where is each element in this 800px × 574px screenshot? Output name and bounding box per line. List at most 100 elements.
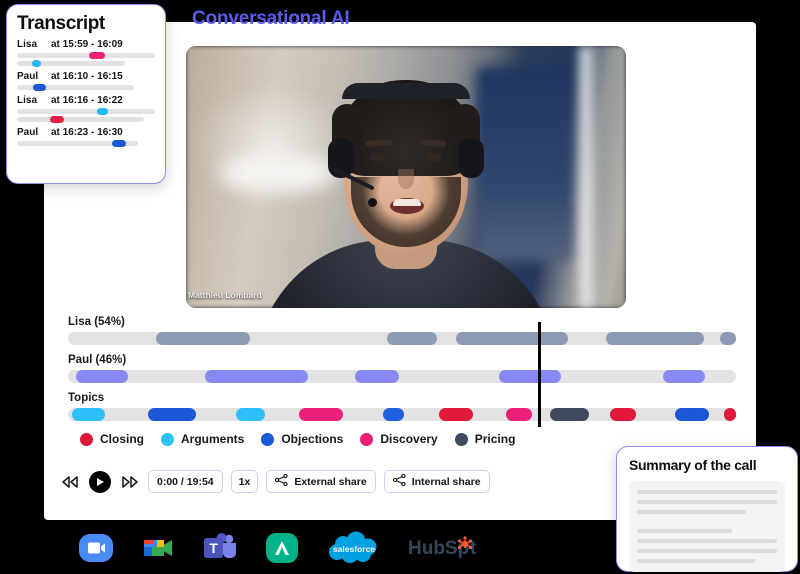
legend-label: Objections [281,432,344,446]
salesforce-icon[interactable]: salesforce [326,528,382,568]
player-controls: 0:00 / 19:54 1x External share Internal … [60,470,490,493]
transcript-topic-marker[interactable] [111,140,127,147]
transcript-entry-header: Lisa at 16:16 - 16:22 [17,95,155,106]
fast-forward-icon[interactable] [120,472,140,492]
lisa-speech-segment[interactable] [719,332,736,345]
google-meet-icon[interactable] [140,528,176,568]
track-label-topics: Topics [68,392,105,404]
topic-segment[interactable] [438,408,473,421]
topic-segment[interactable] [383,408,404,421]
lisa-speech-segment[interactable] [606,332,704,345]
transcript-timestamp: at 16:16 - 16:22 [51,95,123,106]
transcript-topic-marker[interactable] [88,52,106,59]
headset-microphone [368,197,377,207]
zoom-icon[interactable] [78,528,114,568]
video-blue-panel [476,66,574,261]
transcript-card: Transcript Lisa at 15:59 - 16:09 Paul at 16… [6,4,166,184]
legend-item-discovery[interactable]: Discovery [360,432,438,446]
person-nose [398,169,414,190]
legend-label: Closing [100,432,144,446]
legend-color-dot [360,432,374,446]
timeline-playhead[interactable] [538,322,541,427]
video-player[interactable]: Matthieu Lombard [186,46,626,308]
topics-legend: Closing Arguments Objections Discovery Prici… [80,432,515,446]
transcript-entry[interactable]: Lisa at 15:59 - 16:09 [17,39,155,67]
timeline-track-lisa[interactable] [68,332,736,345]
transcript-timestamp: at 16:23 - 16:30 [51,127,123,138]
topic-segment[interactable] [236,408,266,421]
topic-segment[interactable] [505,408,533,421]
legend-item-closing[interactable]: Closing [80,432,144,446]
topic-segment[interactable] [299,408,344,421]
transcript-mini-track[interactable] [17,140,139,147]
legend-color-dot [261,432,275,446]
timeline-track-paul[interactable] [68,370,736,383]
playback-time[interactable]: 0:00 / 19:54 [148,470,223,493]
legend-item-pricing[interactable]: Pricing [454,432,515,446]
topic-segment[interactable] [72,408,106,421]
transcript-entry[interactable]: Paul at 16:10 - 16:15 [17,71,155,91]
legend-color-dot [80,432,93,446]
topic-segment[interactable] [148,408,197,421]
transcript-entry[interactable]: Lisa at 16:16 - 16:22 [17,95,155,123]
transcript-title: Transcript [17,13,105,34]
playback-speed-button[interactable]: 1x [230,470,259,493]
legend-item-arguments[interactable]: Arguments [161,432,244,446]
legend-label: Arguments [181,432,245,446]
timeline-track-topics[interactable] [68,408,736,421]
transcript-topic-marker[interactable] [33,84,47,91]
paul-speech-segment[interactable] [204,370,309,383]
topic-segment[interactable] [723,408,736,421]
aircall-icon[interactable] [264,528,300,568]
external-share-button[interactable]: External share [266,470,376,493]
lisa-speech-segment[interactable] [156,332,250,345]
transcript-topic-marker[interactable] [32,60,41,67]
transcript-mini-track[interactable] [17,60,125,67]
legend-label: Discovery [380,432,438,446]
lisa-speech-segment[interactable] [386,332,438,345]
transcript-entry-list: Lisa at 15:59 - 16:09 Paul at 16:10 - 16:15… [17,39,155,147]
track-label-lisa: Lisa (54%) [68,316,125,328]
microsoft-teams-icon[interactable]: T [202,528,238,568]
transcript-speaker: Lisa [17,95,38,106]
topic-segment[interactable] [674,408,709,421]
summary-placeholder-line [637,559,755,563]
share-icon [392,473,406,489]
summary-placeholder-line [637,549,777,553]
summary-title: Summary of the call [629,457,757,473]
transcript-mini-track[interactable] [17,52,155,59]
integration-logos: T salesforce HubSp t [78,528,490,568]
video-participant-name: Matthieu Lombard [188,290,262,300]
topic-segment[interactable] [550,408,590,421]
paul-speech-segment[interactable] [76,370,129,383]
rewind-icon[interactable] [60,472,80,492]
transcript-mini-track[interactable] [17,108,155,115]
paul-speech-segment[interactable] [355,370,399,383]
transcript-mini-track[interactable] [17,116,144,123]
internal-share-button[interactable]: Internal share [383,470,490,493]
hubspot-icon[interactable]: HubSp t [408,528,490,568]
transcript-entry-header: Lisa at 15:59 - 16:09 [17,39,155,50]
video-light-column [575,46,598,308]
paul-speech-segment[interactable] [662,370,706,383]
video-wall-light [221,156,336,191]
page-title: Conversational AI [192,8,350,29]
track-label-paul: Paul (46%) [68,354,127,366]
person-teeth [393,199,421,207]
topic-segment[interactable] [610,408,636,421]
lisa-speech-segment[interactable] [456,332,568,345]
transcript-speaker: Paul [17,71,39,82]
transcript-entry-header: Paul at 16:23 - 16:30 [17,127,155,138]
internal-share-label: Internal share [411,475,481,488]
transcript-entry-header: Paul at 16:10 - 16:15 [17,71,155,82]
transcript-entry[interactable]: Paul at 16:23 - 16:30 [17,127,155,147]
paul-speech-segment[interactable] [498,370,561,383]
transcript-topic-marker[interactable] [50,116,64,123]
summary-placeholder-line [637,500,777,504]
summary-placeholder-line [637,539,777,543]
transcript-mini-track[interactable] [17,84,135,91]
play-button[interactable] [89,470,111,493]
transcript-topic-marker[interactable] [97,108,109,115]
legend-item-objections[interactable]: Objections [261,432,343,446]
headset-band [342,82,470,99]
